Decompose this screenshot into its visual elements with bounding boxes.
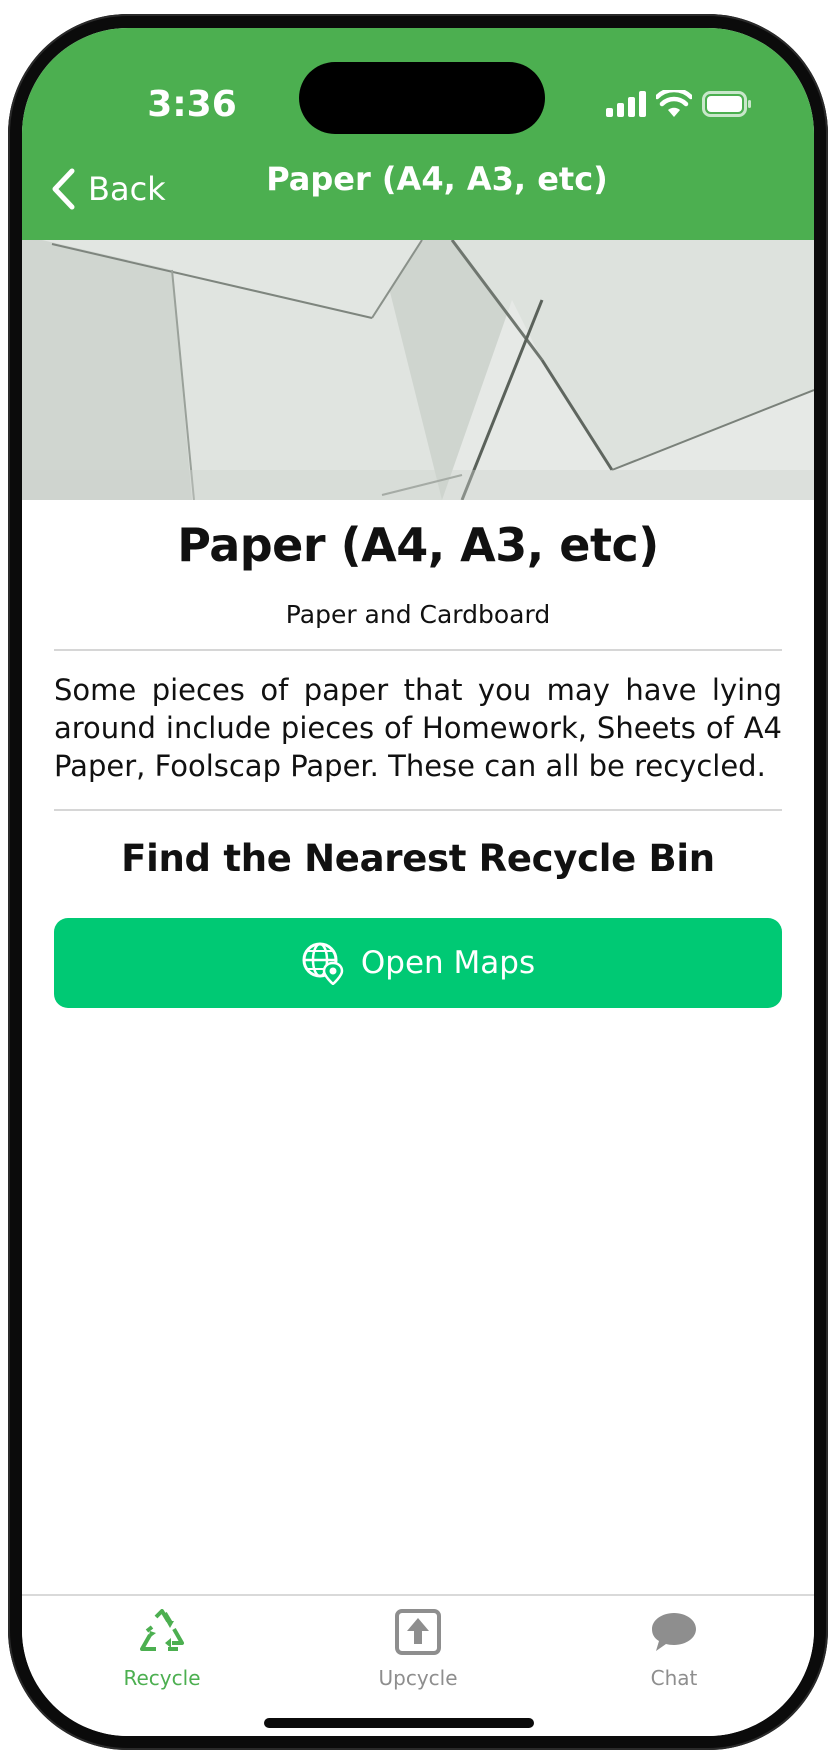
tab-chat[interactable]: Chat bbox=[594, 1606, 754, 1696]
phone-frame: 3:36 Back Paper (A4, A3, etc) Paper (A4,… bbox=[8, 14, 828, 1750]
item-category: Paper and Cardboard bbox=[285, 600, 551, 629]
tab-upcycle-label: Upcycle bbox=[378, 1666, 458, 1690]
globe-location-icon bbox=[302, 942, 344, 985]
battery-icon bbox=[702, 91, 751, 117]
tab-chat-label: Chat bbox=[650, 1666, 698, 1690]
tab-recycle-label: Recycle bbox=[123, 1666, 201, 1690]
open-maps-label: Open Maps bbox=[360, 945, 536, 981]
back-button[interactable]: Back bbox=[50, 164, 166, 214]
divider bbox=[54, 649, 782, 651]
item-content: Paper (A4, A3, etc) Paper and Cardboard … bbox=[54, 500, 782, 1008]
upload-box-icon bbox=[395, 1609, 441, 1655]
find-bin-title: Find the Nearest Recycle Bin bbox=[121, 837, 715, 880]
status-icons bbox=[606, 84, 752, 124]
home-indicator bbox=[264, 1718, 534, 1728]
signal-icon bbox=[606, 91, 646, 117]
back-label: Back bbox=[88, 170, 166, 208]
nav-header: 3:36 Back Paper (A4, A3, etc) bbox=[22, 28, 814, 240]
tab-upcycle[interactable]: Upcycle bbox=[338, 1606, 498, 1696]
nav-title: Paper (A4, A3, etc) bbox=[266, 160, 608, 198]
chevron-left-icon bbox=[52, 168, 75, 210]
item-title: Paper (A4, A3, etc) bbox=[177, 518, 659, 572]
chat-bubble-icon bbox=[652, 1613, 696, 1651]
recycle-icon bbox=[140, 1609, 184, 1651]
dynamic-island bbox=[299, 62, 545, 134]
app-screen: 3:36 Back Paper (A4, A3, etc) Paper (A4,… bbox=[22, 28, 814, 1736]
tab-bar: Recycle Upcycle Chat bbox=[22, 1594, 814, 1736]
open-maps-button[interactable]: Open Maps bbox=[54, 918, 782, 1008]
wifi-icon bbox=[656, 90, 692, 117]
item-description: Some pieces of paper that you may have l… bbox=[54, 673, 782, 783]
status-time: 3:36 bbox=[147, 84, 237, 125]
hero-image-paper bbox=[22, 240, 814, 500]
tab-recycle[interactable]: Recycle bbox=[82, 1606, 242, 1696]
divider bbox=[54, 809, 782, 811]
